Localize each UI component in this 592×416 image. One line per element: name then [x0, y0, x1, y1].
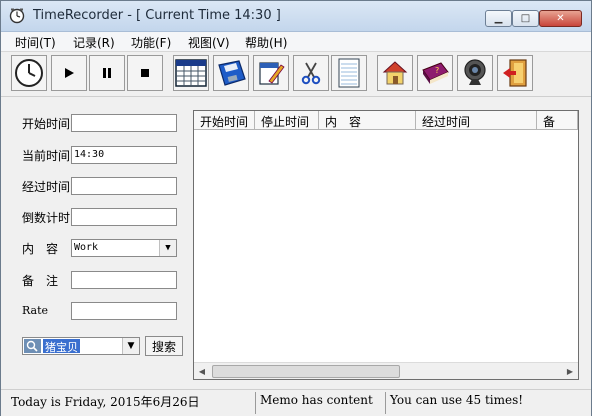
- content-select[interactable]: Work ▼: [71, 239, 177, 257]
- rate-field[interactable]: [71, 302, 177, 320]
- app-window: TimeRecorder - [ Current Time 14:30 ] ▁ …: [0, 0, 592, 416]
- exit-button[interactable]: [497, 55, 533, 91]
- minimize-button[interactable]: ▁: [485, 10, 512, 27]
- cut-button[interactable]: [293, 55, 329, 91]
- window-title: TimeRecorder - [ Current Time 14:30 ]: [33, 8, 281, 23]
- status-memo: Memo has content: [255, 392, 385, 414]
- book-icon: ?: [422, 62, 449, 84]
- edit-button[interactable]: [253, 55, 289, 91]
- save-button[interactable]: [213, 55, 249, 91]
- record-form: 开始时间 当前时间 14:30 经过时间 倒数计时 内 容 Work ▼ 备 注…: [9, 101, 187, 381]
- current-time-field[interactable]: 14:30: [71, 146, 177, 164]
- elapsed-time-field[interactable]: [71, 177, 177, 195]
- col-content[interactable]: 内 容: [319, 111, 416, 129]
- webcam-icon: [464, 59, 486, 85]
- svg-text:?: ?: [435, 66, 439, 75]
- scroll-left-icon[interactable]: ◀: [194, 363, 210, 379]
- minimize-icon: ▁: [494, 13, 503, 24]
- countdown-field[interactable]: [71, 208, 177, 226]
- app-clock-icon: [9, 8, 25, 24]
- countdown-label: 倒数计时: [22, 211, 71, 225]
- status-bar: Today is Friday, 2015年6月26日 Memo has con…: [1, 389, 591, 416]
- col-start-time[interactable]: 开始时间: [194, 111, 255, 129]
- calendar-icon: [175, 59, 207, 87]
- close-button[interactable]: ✕: [539, 10, 582, 27]
- scissors-icon: [301, 62, 321, 85]
- save-disk-icon: [218, 60, 246, 86]
- maximize-button[interactable]: □: [512, 10, 539, 27]
- start-button[interactable]: [51, 55, 87, 91]
- pause-icon: [103, 68, 111, 78]
- help-book-button[interactable]: ?: [417, 55, 453, 91]
- chevron-down-icon[interactable]: ▼: [122, 338, 139, 354]
- notebook-icon: [338, 58, 360, 88]
- memo-field[interactable]: [71, 271, 177, 289]
- menu-record[interactable]: 记录(R): [73, 34, 115, 51]
- edit-icon: [259, 62, 285, 85]
- close-icon: ✕: [556, 13, 565, 24]
- search-combo[interactable]: 猪宝贝 ▼: [22, 337, 140, 355]
- title-bar[interactable]: TimeRecorder - [ Current Time 14:30 ] ▁ …: [1, 1, 591, 32]
- content-value: Work: [74, 242, 99, 253]
- records-list[interactable]: 开始时间 停止时间 内 容 经过时间 备 ◀ ▶: [193, 110, 579, 380]
- col-elapsed[interactable]: 经过时间: [416, 111, 537, 129]
- menu-time[interactable]: 时间(T): [15, 34, 56, 51]
- start-time-label: 开始时间: [22, 117, 71, 131]
- search-button[interactable]: 搜索: [145, 336, 183, 356]
- calendar-button[interactable]: [173, 55, 209, 91]
- webcam-button[interactable]: [457, 55, 493, 91]
- home-icon: [382, 61, 408, 85]
- scroll-right-icon[interactable]: ▶: [562, 363, 578, 379]
- exit-door-icon: [503, 59, 527, 87]
- maximize-icon: □: [520, 13, 531, 24]
- start-time-field[interactable]: [71, 114, 177, 132]
- content-label: 内 容: [22, 242, 59, 256]
- clock-button[interactable]: [11, 55, 47, 91]
- home-button[interactable]: [377, 55, 413, 91]
- scroll-thumb[interactable]: [212, 365, 400, 378]
- stop-button[interactable]: [127, 55, 163, 91]
- status-date: Today is Friday, 2015年6月26日: [11, 395, 200, 409]
- memo-label: 备 注: [22, 274, 59, 288]
- current-time-label: 当前时间: [22, 149, 71, 163]
- play-icon: [65, 68, 74, 78]
- menu-view[interactable]: 视图(V): [188, 34, 230, 51]
- list-header: 开始时间 停止时间 内 容 经过时间 备: [194, 111, 578, 130]
- elapsed-time-label: 经过时间: [22, 180, 71, 194]
- pause-button[interactable]: [89, 55, 125, 91]
- notebook-button[interactable]: [331, 55, 367, 91]
- col-memo[interactable]: 备: [537, 111, 578, 129]
- stop-icon: [141, 69, 149, 77]
- col-stop-time[interactable]: 停止时间: [255, 111, 319, 129]
- chevron-down-icon[interactable]: ▼: [159, 240, 176, 256]
- clock-icon: [15, 59, 43, 87]
- search-keyword: 猪宝贝: [43, 339, 80, 354]
- status-uses: You can use 45 times!: [385, 392, 585, 414]
- menu-function[interactable]: 功能(F): [131, 34, 171, 51]
- menu-help[interactable]: 帮助(H): [245, 34, 287, 51]
- menu-bar: 时间(T) 记录(R) 功能(F) 视图(V) 帮助(H): [1, 32, 591, 52]
- rate-label: Rate: [22, 304, 49, 317]
- toolbar: ?: [1, 52, 591, 97]
- horizontal-scrollbar[interactable]: ◀ ▶: [194, 362, 578, 379]
- magnifier-icon: [24, 339, 41, 353]
